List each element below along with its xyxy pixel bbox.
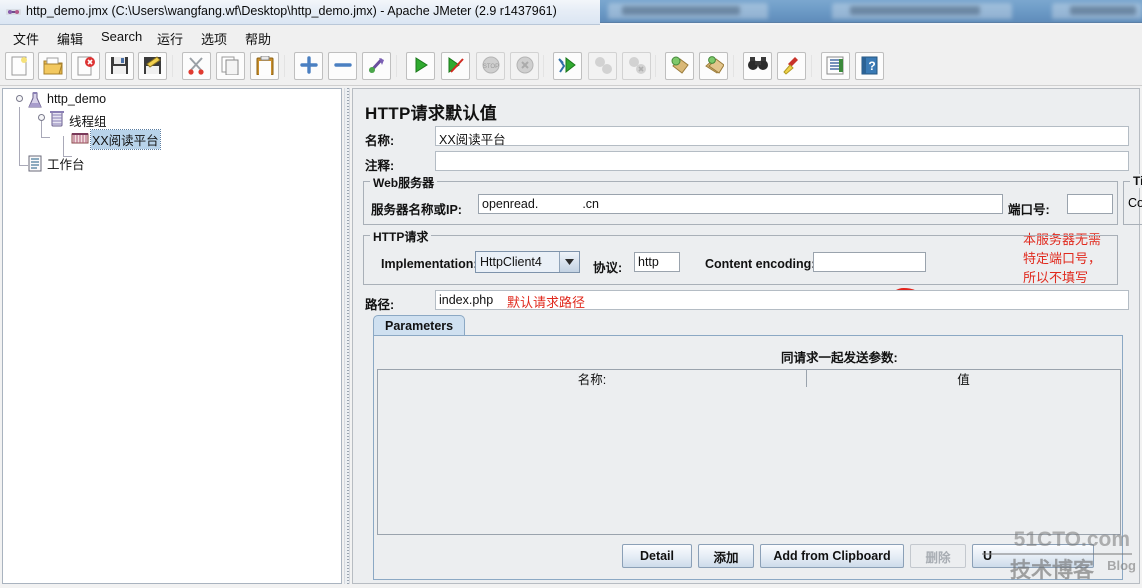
tree-label-workbench: 工作台 — [47, 158, 85, 172]
jmeter-window: http_demo.jmx (C:\Users\wangfang.wf\Desk… — [0, 0, 1142, 588]
comment-label: 注释: — [365, 159, 395, 173]
svg-text:STOP: STOP — [482, 64, 498, 70]
implementation-select[interactable]: HttpClient4 — [475, 251, 580, 273]
remote-shutdown-icon — [622, 52, 651, 80]
web-server-group-title: Web服务器 — [370, 174, 438, 191]
http-defaults-icon — [71, 130, 89, 150]
remote-stop-icon — [588, 52, 617, 80]
clear-all-icon[interactable] — [699, 52, 728, 80]
clipboard-icon[interactable] — [250, 52, 279, 80]
test-plan-icon — [27, 92, 43, 112]
play-icon[interactable] — [406, 52, 435, 80]
server-value-suffix: .cn — [582, 197, 599, 211]
toolbar: STOP ? — [0, 47, 1142, 86]
help-icon[interactable]: ? — [855, 52, 884, 80]
menu-item-options[interactable]: 选项 — [196, 28, 232, 49]
main-split-pane: http_demo 线程组 XX阅读平台 工作台 HTTP请求默认值 名称: X… — [0, 86, 1142, 588]
implementation-value: HttpClient4 — [480, 255, 542, 269]
annotation-path-note: 默认请求路径 — [507, 296, 586, 311]
save-icon[interactable] — [105, 52, 134, 80]
menu-item-file[interactable]: 文件 — [8, 28, 44, 49]
copy-icon[interactable] — [216, 52, 245, 80]
content-encoding-input[interactable] — [813, 252, 926, 272]
add-button[interactable]: 添加 — [698, 544, 754, 568]
path-label: 路径: — [365, 298, 395, 312]
timeouts-group: Tim Co — [1123, 174, 1142, 225]
menu-item-search[interactable]: Search — [96, 28, 147, 45]
content-encoding-label: Content encoding: — [705, 257, 816, 271]
protocol-input[interactable]: http — [634, 252, 680, 272]
tree-label-xx-platform: XX阅读平台 — [90, 129, 161, 150]
implementation-label: Implementation: — [381, 257, 478, 271]
server-label: 服务器名称或IP: — [371, 203, 462, 217]
menu-bar: 文件 编辑 Search 运行 选项 帮助 — [0, 25, 1142, 48]
stop-icon: STOP — [476, 52, 505, 80]
binoculars-icon[interactable] — [743, 52, 772, 80]
comment-input[interactable] — [435, 151, 1129, 171]
jmeter-app-icon — [6, 6, 21, 18]
toggle-icon[interactable] — [362, 52, 391, 80]
http-request-defaults-panel: HTTP请求默认值 名称: XX阅读平台 注释: Web服务器 服务器名称或IP… — [352, 88, 1142, 584]
parameters-table-body[interactable] — [377, 387, 1121, 535]
timeouts-group-title: Tim — [1130, 174, 1142, 188]
window-titlebar: http_demo.jmx (C:\Users\wangfang.wf\Desk… — [0, 0, 600, 25]
close-file-icon[interactable] — [71, 52, 100, 80]
menu-item-run[interactable]: 运行 — [152, 28, 188, 49]
shutdown-icon — [510, 52, 539, 80]
delete-button: 删除 — [910, 544, 966, 568]
broom-icon[interactable] — [777, 52, 806, 80]
server-input[interactable]: openread. .cn — [478, 194, 1003, 214]
thread-group-icon — [49, 111, 65, 131]
menu-item-help[interactable]: 帮助 — [240, 28, 276, 49]
workbench-icon — [27, 155, 43, 175]
parameters-title: 同请求一起发送参数: — [781, 351, 898, 365]
port-label: 端口号: — [1008, 203, 1050, 217]
name-label: 名称: — [365, 134, 395, 148]
port-input[interactable] — [1067, 194, 1113, 214]
plus-icon[interactable] — [294, 52, 323, 80]
page-title: HTTP请求默认值 — [365, 104, 498, 123]
window-title: http_demo.jmx (C:\Users\wangfang.wf\Desk… — [26, 4, 557, 18]
clear-icon[interactable] — [665, 52, 694, 80]
minus-icon[interactable] — [328, 52, 357, 80]
chevron-down-icon[interactable] — [559, 252, 579, 272]
server-value-prefix: openread. — [482, 197, 539, 211]
connect-timeout-label: Co — [1128, 196, 1142, 210]
open-folder-icon[interactable] — [38, 52, 67, 80]
test-plan-tree[interactable]: http_demo 线程组 XX阅读平台 工作台 — [2, 88, 342, 584]
table-header-name: 名称: — [377, 369, 807, 388]
svg-text:?: ? — [868, 59, 875, 73]
tab-parameters[interactable]: Parameters — [373, 315, 466, 336]
name-input[interactable]: XX阅读平台 — [435, 126, 1129, 146]
protocol-label: 协议: — [593, 261, 623, 275]
up-button[interactable]: U — [972, 544, 1094, 568]
play-no-timers-icon[interactable] — [441, 52, 470, 80]
scissors-icon[interactable] — [182, 52, 211, 80]
new-file-icon[interactable] — [5, 52, 34, 80]
function-helper-icon[interactable] — [821, 52, 850, 80]
table-header-value: 值 — [806, 369, 1121, 388]
tree-label-thread-group: 线程组 — [69, 115, 107, 129]
save-as-icon[interactable] — [138, 52, 167, 80]
menu-item-edit[interactable]: 编辑 — [52, 28, 88, 49]
add-from-clipboard-button[interactable]: Add from Clipboard — [760, 544, 904, 568]
split-pane-divider[interactable] — [344, 88, 350, 584]
tree-label-http-demo: http_demo — [47, 92, 107, 106]
remote-start-icon[interactable] — [553, 52, 582, 80]
detail-button[interactable]: Detail — [622, 544, 692, 568]
http-request-group-title: HTTP请求 — [370, 228, 432, 245]
